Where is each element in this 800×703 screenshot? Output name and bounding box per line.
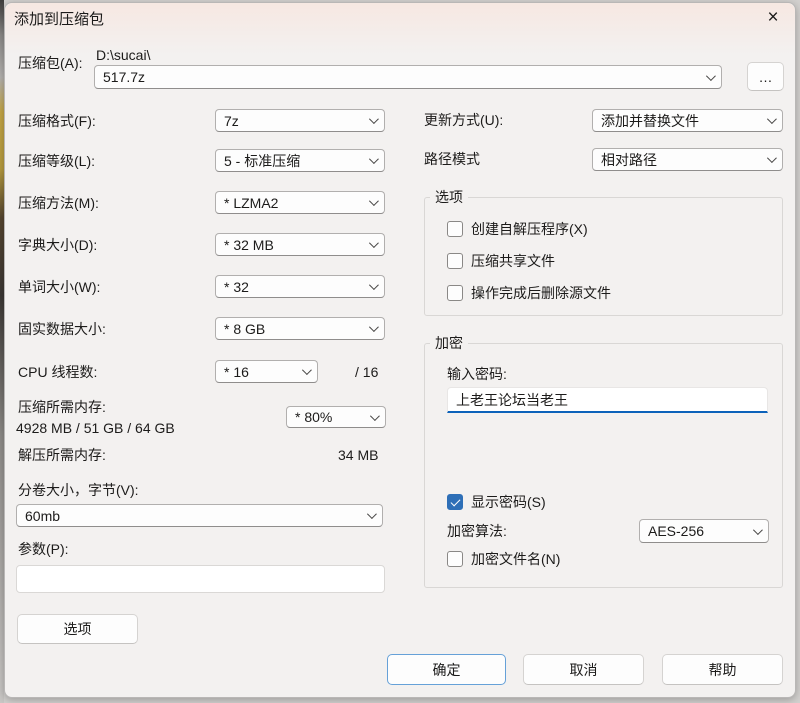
parameters-label: 参数(P): [18, 541, 69, 558]
chevron-down-icon[interactable] [370, 411, 380, 421]
cpu-threads-value: * 16 [224, 364, 249, 380]
ok-button[interactable]: 确定 [387, 654, 506, 685]
encrypt-filenames-label[interactable]: 加密文件名(N) [471, 551, 560, 568]
create-sfx-label[interactable]: 创建自解压程序(X) [471, 221, 588, 238]
dialog-title: 添加到压缩包 [14, 8, 104, 29]
compress-shared-checkbox[interactable] [447, 253, 463, 269]
solid-block-size-combo[interactable]: * 8 GB [215, 317, 385, 340]
word-size-label: 单词大小(W): [18, 279, 100, 296]
format-combo[interactable]: 7z [215, 109, 385, 132]
memory-decompress-label: 解压所需内存: [18, 447, 106, 464]
update-mode-value: 添加并替换文件 [601, 111, 699, 131]
format-value: 7z [224, 113, 239, 129]
chevron-down-icon[interactable] [369, 196, 379, 206]
encryption-group-title: 加密 [430, 336, 468, 351]
password-value: 上老王论坛当老王 [456, 390, 568, 410]
path-mode-value: 相对路径 [601, 150, 657, 170]
options-button[interactable]: 选项 [17, 614, 138, 644]
chevron-down-icon[interactable] [753, 525, 763, 535]
dictionary-size-label: 字典大小(D): [18, 237, 97, 254]
parameters-input[interactable] [16, 565, 385, 593]
memory-percent-combo[interactable]: * 80% [286, 406, 386, 428]
level-label: 压缩等级(L): [18, 153, 95, 170]
cpu-threads-label: CPU 线程数: [18, 364, 97, 381]
word-size-value: * 32 [224, 279, 249, 295]
split-volume-value: 60mb [25, 508, 60, 524]
archive-directory: D:\sucai\ [96, 47, 150, 63]
show-password-checkbox[interactable] [447, 494, 463, 510]
cpu-threads-max: / 16 [355, 364, 378, 381]
encryption-method-combo[interactable]: AES-256 [639, 519, 769, 543]
archive-name-combo[interactable]: 517.7z [94, 65, 722, 89]
show-password-label[interactable]: 显示密码(S) [471, 494, 546, 511]
archive-name-value: 517.7z [103, 69, 145, 85]
method-combo[interactable]: * LZMA2 [215, 191, 385, 214]
method-value: * LZMA2 [224, 195, 278, 211]
chevron-down-icon[interactable] [369, 238, 379, 248]
word-size-combo[interactable]: * 32 [215, 275, 385, 298]
chevron-down-icon[interactable] [706, 71, 716, 81]
dictionary-size-value: * 32 MB [224, 237, 274, 253]
split-volume-combo[interactable]: 60mb [16, 504, 383, 527]
level-combo[interactable]: 5 - 标准压缩 [215, 149, 385, 172]
update-mode-label: 更新方式(U): [424, 112, 503, 129]
chevron-down-icon[interactable] [369, 154, 379, 164]
memory-percent-value: * 80% [295, 409, 332, 425]
archive-label: 压缩包(A): [18, 55, 83, 72]
memory-compress-label: 压缩所需内存: [18, 399, 106, 416]
password-input[interactable]: 上老王论坛当老王 [447, 387, 768, 413]
chevron-down-icon[interactable] [767, 114, 777, 124]
level-value: 5 - 标准压缩 [224, 151, 300, 171]
cancel-button[interactable]: 取消 [523, 654, 644, 685]
memory-compress-detail: 4928 MB / 51 GB / 64 GB [16, 420, 175, 437]
delete-after-label[interactable]: 操作完成后删除源文件 [471, 285, 611, 302]
close-icon[interactable]: × [752, 3, 794, 33]
path-mode-label: 路径模式 [424, 151, 480, 168]
dictionary-size-combo[interactable]: * 32 MB [215, 233, 385, 256]
add-to-archive-dialog-screen: 添加到压缩包 × 压缩包(A): D:\sucai\ 517.7z … 压缩格式… [0, 0, 800, 703]
encrypt-filenames-checkbox[interactable] [447, 551, 463, 567]
chevron-down-icon[interactable] [302, 365, 312, 375]
solid-block-size-value: * 8 GB [224, 321, 265, 337]
chevron-down-icon[interactable] [369, 280, 379, 290]
options-group-title: 选项 [430, 190, 468, 205]
solid-block-size-label: 固实数据大小: [18, 321, 106, 338]
encryption-method-value: AES-256 [648, 523, 704, 539]
format-label: 压缩格式(F): [18, 113, 96, 130]
help-button[interactable]: 帮助 [662, 654, 783, 685]
password-label: 输入密码: [447, 366, 507, 383]
create-sfx-checkbox[interactable] [447, 221, 463, 237]
compress-shared-label[interactable]: 压缩共享文件 [471, 253, 555, 270]
chevron-down-icon[interactable] [367, 509, 377, 519]
path-mode-combo[interactable]: 相对路径 [592, 148, 783, 171]
chevron-down-icon[interactable] [369, 322, 379, 332]
cpu-threads-combo[interactable]: * 16 [215, 360, 318, 383]
memory-decompress-value: 34 MB [338, 447, 378, 464]
update-mode-combo[interactable]: 添加并替换文件 [592, 109, 783, 132]
encryption-method-label: 加密算法: [447, 523, 507, 540]
delete-after-checkbox[interactable] [447, 285, 463, 301]
split-volume-label: 分卷大小，字节(V): [18, 482, 139, 499]
method-label: 压缩方法(M): [18, 195, 99, 212]
chevron-down-icon[interactable] [369, 114, 379, 124]
chevron-down-icon[interactable] [767, 153, 777, 163]
browse-button[interactable]: … [747, 62, 784, 91]
